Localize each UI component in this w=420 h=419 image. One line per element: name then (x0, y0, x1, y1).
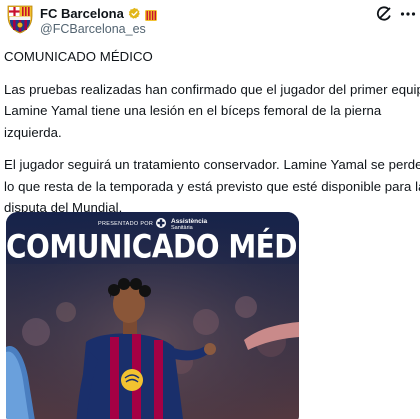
fc-barcelona-crest-icon (7, 5, 33, 34)
account-handle[interactable]: @FCBarcelona_es (40, 22, 146, 36)
sponsor-name: Assistència (171, 218, 208, 225)
more-dots-icon[interactable] (398, 4, 418, 24)
media-headline: COMUNICADO MÉDICO (6, 227, 299, 266)
gold-checkmark-icon (128, 7, 141, 20)
presented-by-label: PRESENTADO POR (98, 221, 154, 227)
tweet-media-image[interactable]: PRESENTADO POR Assistència Sanitària COM… (6, 212, 299, 419)
name-row: FC Barcelona (40, 6, 157, 21)
tweet-line: lo que resta de la temporada y está prev… (4, 178, 420, 194)
tweet-text: COMUNICADO MÉDICO Las pruebas realizadas… (4, 46, 420, 219)
tweet-title: COMUNICADO MÉDICO (4, 49, 153, 64)
avatar[interactable] (6, 4, 34, 34)
tweet-paragraph-2: El jugador seguirá un tratamiento conser… (4, 154, 420, 219)
tweet-header: FC Barcelona @FCBarcelona_es (0, 0, 420, 40)
tweet-line: Las pruebas realizadas han confirmado qu… (4, 81, 420, 97)
display-name[interactable]: FC Barcelona (40, 6, 124, 21)
tweet-line: El jugador seguirá un tratamiento conser… (4, 157, 420, 172)
grok-icon[interactable] (374, 4, 394, 24)
tweet-line: izquierda. (4, 124, 62, 140)
tweet-paragraph-1: Las pruebas realizadas han confirmado qu… (4, 79, 420, 144)
catalan-flag-badge-icon[interactable] (144, 8, 157, 21)
tweet-line: Lamine Yamal tiene una lesión en el bíce… (4, 103, 382, 118)
